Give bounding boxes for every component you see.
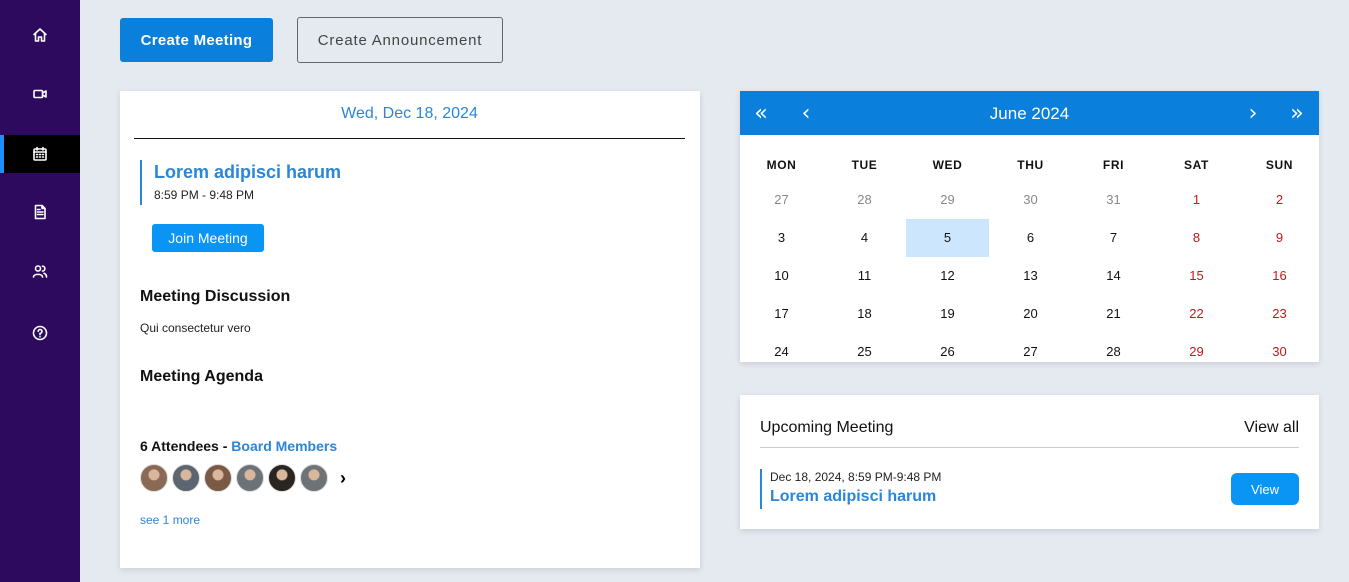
- calendar-icon: [33, 146, 47, 161]
- weekday-label: WED: [932, 158, 963, 172]
- calendar-day[interactable]: 13: [989, 257, 1072, 295]
- sidebar-item-calendar[interactable]: [0, 135, 80, 173]
- calendar-day[interactable]: 10: [740, 257, 823, 295]
- calendar-day[interactable]: 29: [906, 181, 989, 219]
- divider: [760, 447, 1299, 448]
- weekday-label: SAT: [1184, 158, 1209, 172]
- calendar-day[interactable]: 30: [1238, 333, 1319, 362]
- calendar-day[interactable]: 28: [823, 181, 906, 219]
- avatar[interactable]: [300, 464, 328, 492]
- weekday-label: TUE: [851, 158, 878, 172]
- calendar-month-title[interactable]: June 2024: [740, 104, 1319, 124]
- sidebar-item-help[interactable]: [0, 314, 80, 352]
- calendar-day[interactable]: 27: [989, 333, 1072, 362]
- help-icon: [32, 325, 48, 341]
- meeting-title: Lorem adipisci harum: [154, 162, 342, 182]
- users-icon: [32, 265, 48, 278]
- sidebar-item-home[interactable]: [0, 16, 80, 54]
- calendar-day[interactable]: 18: [823, 295, 906, 333]
- video-icon: [33, 89, 47, 99]
- meeting-date-header: Wed, Dec 18, 2024: [134, 105, 685, 139]
- calendar-day[interactable]: 29: [1155, 333, 1238, 362]
- attendees-count: 6 Attendees: [140, 438, 219, 454]
- calendar-day[interactable]: 6: [989, 219, 1072, 257]
- calendar-header: « ‹ June 2024 › »: [740, 91, 1319, 135]
- calendar-day[interactable]: 31: [1072, 181, 1155, 219]
- calendar-day[interactable]: 5: [906, 219, 989, 257]
- avatar[interactable]: [204, 464, 232, 492]
- calendar-day[interactable]: 14: [1072, 257, 1155, 295]
- meeting-time: 8:59 PM - 9:48 PM: [154, 188, 255, 202]
- calendar-day[interactable]: 25: [823, 333, 906, 362]
- attendees-summary: 6 Attendees - Board Members: [140, 438, 337, 454]
- home-icon: [33, 28, 47, 42]
- weekday-label: SUN: [1265, 158, 1294, 172]
- document-icon: [34, 204, 46, 220]
- calendar-day[interactable]: 4: [823, 219, 906, 257]
- weekday-label: FRI: [1102, 158, 1125, 172]
- calendar-day[interactable]: 8: [1155, 219, 1238, 257]
- meeting-summary: Lorem adipisci harum 8:59 PM - 9:48 PM: [140, 160, 341, 205]
- calendar-widget: « ‹ June 2024 › » MON TUE WED THU FRI SAT SUN 2…: [740, 91, 1319, 362]
- attendees-separator: -: [218, 438, 232, 454]
- meeting-agenda-heading: Meeting Agenda: [140, 368, 263, 385]
- sidebar: [0, 0, 80, 582]
- upcoming-meeting-datetime: Dec 18, 2024, 8:59 PM-9:48 PM: [770, 470, 942, 484]
- calendar-day[interactable]: 15: [1155, 257, 1238, 295]
- calendar-day[interactable]: 3: [740, 219, 823, 257]
- calendar-day[interactable]: 20: [989, 295, 1072, 333]
- create-meeting-button[interactable]: Create Meeting: [120, 18, 273, 62]
- calendar-day[interactable]: 21: [1072, 295, 1155, 333]
- calendar-day[interactable]: 9: [1238, 219, 1319, 257]
- avatar[interactable]: [268, 464, 296, 492]
- calendar-day[interactable]: 24: [740, 333, 823, 362]
- calendar-day[interactable]: 23: [1238, 295, 1319, 333]
- calendar-day[interactable]: 19: [906, 295, 989, 333]
- view-all-link[interactable]: View all: [1244, 419, 1299, 437]
- weekday-label: THU: [1017, 158, 1044, 172]
- calendar-day[interactable]: 26: [906, 333, 989, 362]
- sidebar-item-documents[interactable]: [0, 193, 80, 231]
- sidebar-item-video[interactable]: [0, 75, 80, 113]
- calendar-day[interactable]: 16: [1238, 257, 1319, 295]
- calendar-day[interactable]: 22: [1155, 295, 1238, 333]
- calendar-day[interactable]: 27: [740, 181, 823, 219]
- upcoming-meeting-card: Upcoming Meeting View all Dec 18, 2024, …: [740, 395, 1319, 529]
- meeting-discussion-text: Qui consectetur vero: [140, 321, 251, 335]
- avatar[interactable]: [172, 464, 200, 492]
- calendar-day[interactable]: 28: [1072, 333, 1155, 362]
- calendar-day[interactable]: 17: [740, 295, 823, 333]
- chevron-right-icon[interactable]: ›: [340, 464, 346, 492]
- calendar-day[interactable]: 1: [1155, 181, 1238, 219]
- meeting-discussion-heading: Meeting Discussion: [140, 288, 291, 305]
- next-year-button[interactable]: »: [1282, 99, 1312, 127]
- calendar-day[interactable]: 30: [989, 181, 1072, 219]
- meeting-detail-card: Wed, Dec 18, 2024 Lorem adipisci harum 8…: [120, 91, 700, 568]
- view-meeting-button[interactable]: View: [1231, 473, 1299, 505]
- upcoming-meeting-item: Dec 18, 2024, 8:59 PM-9:48 PM Lorem adip…: [760, 469, 941, 509]
- calendar-day[interactable]: 11: [823, 257, 906, 295]
- create-announcement-button[interactable]: Create Announcement: [297, 17, 503, 63]
- calendar-day[interactable]: 7: [1072, 219, 1155, 257]
- sidebar-item-users[interactable]: [0, 252, 80, 290]
- avatar[interactable]: [236, 464, 264, 492]
- weekday-label: MON: [766, 158, 797, 172]
- calendar-day[interactable]: 2: [1238, 181, 1319, 219]
- attendee-avatars: ›: [140, 464, 346, 492]
- join-meeting-button[interactable]: Join Meeting: [152, 224, 264, 252]
- attendees-group-link[interactable]: Board Members: [231, 438, 337, 454]
- calendar-day[interactable]: 12: [906, 257, 989, 295]
- see-more-link[interactable]: see 1 more: [140, 513, 200, 527]
- upcoming-meeting-title: Upcoming Meeting: [760, 419, 894, 436]
- avatar[interactable]: [140, 464, 168, 492]
- next-month-button[interactable]: ›: [1238, 99, 1268, 127]
- upcoming-meeting-name[interactable]: Lorem adipisci harum: [770, 488, 941, 506]
